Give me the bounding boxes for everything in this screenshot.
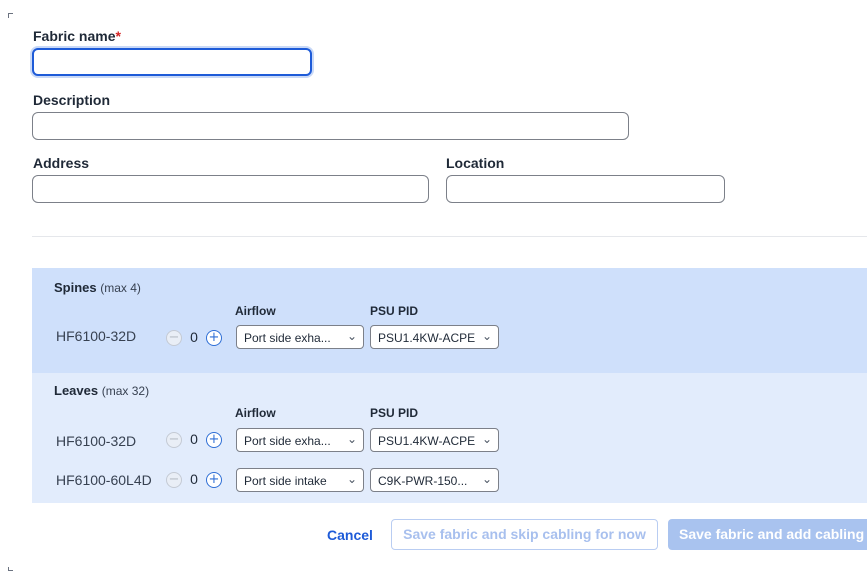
spines-title: Spines (max 4) [54, 280, 141, 295]
spines-psu-header: PSU PID [370, 304, 419, 318]
spine-psu-value: PSU1.4KW-ACPE [378, 331, 476, 345]
spine-count: 0 [190, 329, 198, 345]
plus-icon: + [208, 472, 220, 487]
leaf-increment-button[interactable]: + [206, 472, 222, 488]
leaf-airflow-select[interactable]: Port side exha... ⌄ [236, 428, 364, 452]
leaf-model: HF6100-32D [56, 433, 137, 449]
minus-icon: − [168, 432, 180, 447]
fabric-name-label-text: Fabric name [33, 28, 116, 44]
spines-title-text: Spines [54, 280, 97, 295]
required-mark: * [115, 28, 121, 44]
address-label: Address [33, 155, 90, 171]
chevron-down-icon: ⌄ [481, 432, 492, 446]
fabric-name-label: Fabric name* [33, 28, 121, 44]
description-label: Description [33, 92, 111, 108]
section-divider [32, 236, 867, 237]
leaves-panel: Leaves (max 32) Airflow PSU PID HF6100-3… [32, 373, 867, 503]
leaves-psu-header: PSU PID [370, 406, 419, 420]
leaf-increment-button[interactable]: + [206, 432, 222, 448]
spine-model: HF6100-32D [56, 328, 137, 344]
leaf-decrement-button[interactable]: − [166, 472, 182, 488]
save-skip-cabling-button[interactable]: Save fabric and skip cabling for now [391, 519, 658, 550]
plus-icon: + [208, 330, 220, 345]
cancel-button[interactable]: Cancel [318, 520, 382, 550]
minus-icon: − [168, 472, 180, 487]
leaves-max: (max 32) [101, 384, 150, 398]
location-label: Location [446, 155, 505, 171]
leaf-psu-value: C9K-PWR-150... [378, 474, 468, 488]
spine-increment-button[interactable]: + [206, 330, 222, 346]
save-add-cabling-button[interactable]: Save fabric and add cabling [668, 519, 867, 550]
leaf-count: 0 [190, 431, 198, 447]
spine-airflow-value: Port side exha... [244, 331, 331, 345]
address-input[interactable] [32, 175, 429, 203]
leaf-psu-select[interactable]: PSU1.4KW-ACPE ⌄ [370, 428, 499, 452]
leaf-psu-value: PSU1.4KW-ACPE [378, 434, 476, 448]
spines-panel: Spines (max 4) Airflow PSU PID HF6100-32… [32, 268, 867, 373]
description-input[interactable] [32, 112, 629, 140]
chevron-down-icon: ⌄ [346, 432, 357, 446]
minus-icon: − [168, 330, 180, 345]
spines-max: (max 4) [100, 281, 141, 295]
fabric-name-input[interactable] [32, 48, 312, 76]
leaf-airflow-value: Port side exha... [244, 434, 331, 448]
leaves-airflow-header: Airflow [235, 406, 276, 420]
chevron-down-icon: ⌄ [481, 472, 492, 486]
spine-decrement-button[interactable]: − [166, 330, 182, 346]
corner-mark-bottom [8, 567, 13, 571]
leaf-model: HF6100-60L4D [56, 472, 152, 488]
leaves-title: Leaves (max 32) [54, 383, 149, 398]
spines-airflow-header: Airflow [235, 304, 276, 318]
corner-mark-top [8, 13, 13, 18]
plus-icon: + [208, 432, 220, 447]
location-input[interactable] [446, 175, 725, 203]
leaf-count: 0 [190, 471, 198, 487]
leaf-airflow-value: Port side intake [244, 474, 327, 488]
leaf-airflow-select[interactable]: Port side intake ⌄ [236, 468, 364, 492]
leaves-title-text: Leaves [54, 383, 99, 398]
chevron-down-icon: ⌄ [481, 329, 492, 343]
leaf-psu-select[interactable]: C9K-PWR-150... ⌄ [370, 468, 499, 492]
spine-airflow-select[interactable]: Port side exha... ⌄ [236, 325, 364, 349]
chevron-down-icon: ⌄ [346, 329, 357, 343]
leaf-decrement-button[interactable]: − [166, 432, 182, 448]
spine-psu-select[interactable]: PSU1.4KW-ACPE ⌄ [370, 325, 499, 349]
chevron-down-icon: ⌄ [346, 472, 357, 486]
